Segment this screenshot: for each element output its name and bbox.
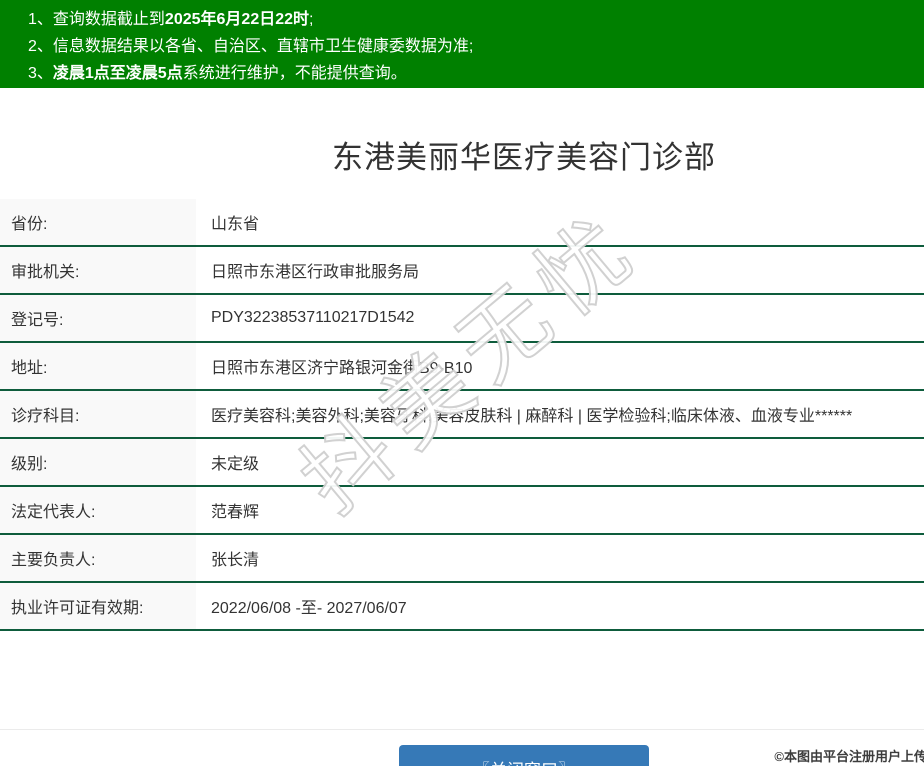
table-row-level: 级别: 未定级 [0,439,924,487]
notice-text: 查询数据截止到 [52,11,165,28]
notice-line-3: 3、凌晨1点至凌晨5点系统进行维护，不能提供查询。 [28,60,924,87]
table-row-registration-number: 登记号: PDY32238537110217D1542 [0,295,924,343]
notice-text: 系统进行维护，不能提供查询。 [182,65,407,82]
row-value: 未定级 [211,456,260,473]
query-result-page: 1、查询数据截止到2025年6月22日22时; 2、信息数据结果以各省、自治区、… [0,0,924,766]
row-label: 执业许可证有效期: [0,583,196,629]
notice-number: 1、 [28,11,53,28]
table-row-legal-representative: 法定代表人: 范春辉 [0,487,924,535]
row-label: 登记号: [0,295,196,341]
row-value: 医疗美容科;美容外科;美容牙科;美容皮肤科 | 麻醉科 | 医学检验科;临床体液… [211,408,853,425]
page-title: 东港美丽华医疗美容门诊部 [332,140,716,175]
notice-text-bold: 2025年6月22日22时 [164,11,310,28]
table-row-treatment-subjects: 诊疗科目: 医疗美容科;美容外科;美容牙科;美容皮肤科 | 麻醉科 | 医学检验… [0,391,924,439]
row-value: 山东省 [211,216,260,233]
row-value: 范春辉 [211,504,260,521]
row-value: 日照市东港区行政审批服务局 [211,264,420,281]
row-label: 级别: [0,439,196,485]
row-label: 主要负责人: [0,535,196,581]
notice-number: 3、 [28,65,53,82]
notice-line-2: 2、信息数据结果以各省、自治区、直辖市卫生健康委数据为准; [28,33,924,60]
row-label: 省份: [0,199,196,245]
copyright-watermark: ©本图由平台注册用户上传 [774,749,924,764]
page-content: 1、查询数据截止到2025年6月22日22时; 2、信息数据结果以各省、自治区、… [0,0,924,766]
table-row-license-validity: 执业许可证有效期: 2022/06/08 -至- 2027/06/07 [0,583,924,631]
notice-bar: 1、查询数据截止到2025年6月22日22时; 2、信息数据结果以各省、自治区、… [0,0,924,88]
row-value: 2022/06/08 -至- 2027/06/07 [211,600,407,617]
footer-divider [0,729,924,730]
notice-text: 信息数据结果以各省、自治区、直辖市卫生健康委数据为准; [52,38,474,55]
notice-text: ; [309,11,314,28]
notice-line-1: 1、查询数据截止到2025年6月22日22时; [28,6,924,33]
row-label: 审批机关: [0,247,196,293]
notice-text-bold: 凌晨1点至凌晨5点 [52,65,183,82]
table-row-province: 省份: 山东省 [0,199,924,247]
close-window-button[interactable]: 〖关闭窗口〗 [399,745,649,766]
table-row-person-in-charge: 主要负责人: 张长清 [0,535,924,583]
row-label: 地址: [0,343,196,389]
row-label: 法定代表人: [0,487,196,533]
notice-number: 2、 [28,38,53,55]
table-row-address: 地址: 日照市东港区济宁路银河金街B9-B10 [0,343,924,391]
row-value: PDY32238537110217D1542 [211,309,415,326]
table-row-approval-authority: 审批机关: 日照市东港区行政审批服务局 [0,247,924,295]
row-label: 诊疗科目: [0,391,196,437]
row-value: 日照市东港区济宁路银河金街B9-B10 [211,360,473,377]
details-table: 省份: 山东省 审批机关: 日照市东港区行政审批服务局 登记号: PDY3223… [0,199,924,631]
row-value: 张长清 [211,552,260,569]
